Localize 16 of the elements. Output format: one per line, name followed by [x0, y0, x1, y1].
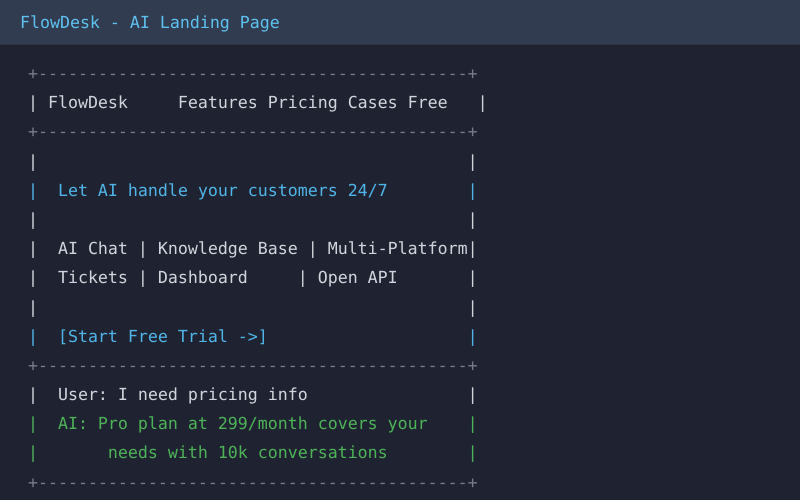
ascii-reply-line: | AI: Pro plan at 299/month covers your |	[28, 414, 478, 434]
ascii-text-line: | Tickets | Dashboard | Open API |	[28, 268, 478, 288]
ascii-highlight-line: | [Start Free Trial ->] |	[28, 326, 478, 346]
ascii-highlight-line: | Let AI handle your customers 24/7 |	[28, 180, 478, 200]
ascii-border-line: +-------------------------------------------+	[28, 356, 478, 375]
ascii-text-line: | AI Chat | Knowledge Base | Multi-Platform|	[28, 239, 478, 258]
ascii-text-line: | User: I need pricing info |	[28, 385, 478, 404]
ascii-border-line: +-------------------------------------------+	[28, 122, 478, 142]
window-title: FlowDesk - AI Landing Page	[20, 12, 280, 32]
ascii-border-line: +-------------------------------------------+	[28, 472, 478, 492]
ascii-text-line: | |	[28, 298, 478, 316]
ascii-text-line: | |	[28, 152, 478, 171]
ascii-text-line: | |	[28, 210, 478, 229]
ascii-reply-line: | needs with 10k conversations |	[28, 443, 478, 462]
ascii-border-line: +-------------------------------------------+	[28, 64, 478, 83]
ascii-text-line: | FlowDesk Features Pricing Cases Free |	[28, 93, 488, 112]
